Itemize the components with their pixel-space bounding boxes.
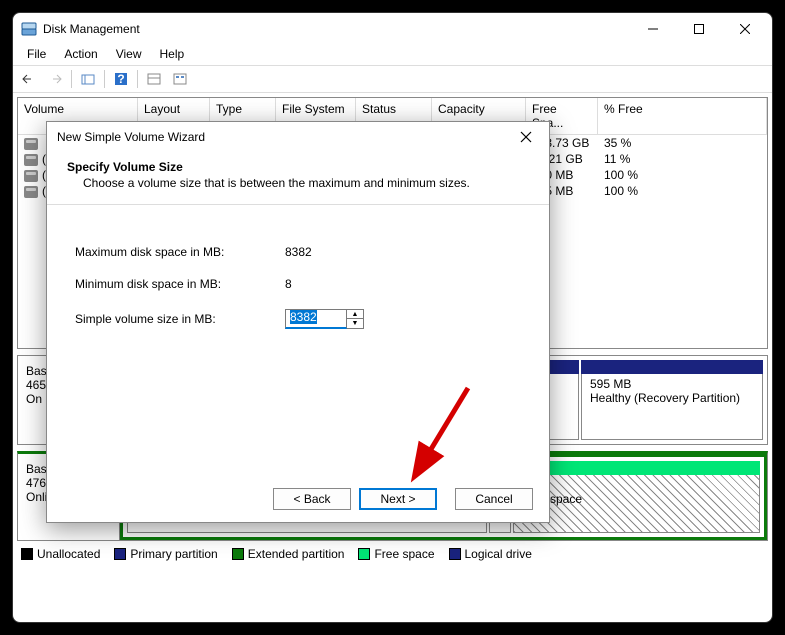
swatch-free	[358, 548, 370, 560]
wizard-body: Maximum disk space in MB: 8382 Minimum d…	[47, 205, 549, 387]
recovery-partition[interactable]: 595 MB Healthy (Recovery Partition)	[581, 360, 763, 440]
back-button[interactable]: < Back	[273, 488, 351, 510]
max-space-label: Maximum disk space in MB:	[75, 245, 285, 259]
spinner-up-button[interactable]: ▲	[347, 310, 363, 319]
swatch-unallocated	[21, 548, 33, 560]
wizard-title-text: New Simple Volume Wizard	[57, 130, 513, 144]
min-space-label: Minimum disk space in MB:	[75, 277, 285, 291]
wizard-titlebar: New Simple Volume Wizard	[47, 122, 549, 152]
app-icon	[21, 21, 37, 37]
toolbar-icon-2[interactable]	[142, 68, 166, 90]
max-space-value: 8382	[285, 245, 312, 259]
menu-help[interactable]: Help	[152, 45, 193, 65]
titlebar: Disk Management	[13, 13, 772, 45]
disk-icon	[24, 138, 38, 150]
toolbar-icon-3[interactable]	[168, 68, 192, 90]
spinner-down-button[interactable]: ▼	[347, 319, 363, 328]
disk-management-window: Disk Management File Action View Help ? …	[12, 12, 773, 623]
cancel-button[interactable]: Cancel	[455, 488, 533, 510]
menu-action[interactable]: Action	[56, 45, 105, 65]
volume-size-label: Simple volume size in MB:	[75, 312, 285, 326]
swatch-logical	[449, 548, 461, 560]
min-space-value: 8	[285, 277, 292, 291]
disk-icon	[24, 154, 38, 166]
swatch-extended	[232, 548, 244, 560]
legend: Unallocated Primary partition Extended p…	[17, 541, 768, 567]
menubar: File Action View Help	[13, 45, 772, 65]
menu-file[interactable]: File	[19, 45, 54, 65]
minimize-button[interactable]	[630, 13, 676, 45]
toolbar: ?	[13, 65, 772, 93]
svg-text:?: ?	[117, 72, 124, 86]
wizard-header: Specify Volume Size Choose a volume size…	[47, 152, 549, 205]
forward-button[interactable]	[43, 68, 67, 90]
next-button[interactable]: Next >	[359, 488, 437, 510]
close-button[interactable]	[722, 13, 768, 45]
help-button[interactable]: ?	[109, 68, 133, 90]
col-pctfree[interactable]: % Free	[598, 98, 767, 134]
volume-size-input[interactable]: 8382	[285, 309, 347, 329]
wizard-footer: < Back Next > Cancel	[273, 488, 533, 510]
back-button[interactable]	[17, 68, 41, 90]
window-title: Disk Management	[43, 22, 630, 36]
wizard-close-button[interactable]	[513, 124, 539, 150]
volume-size-spinner: 8382 ▲ ▼	[285, 309, 364, 329]
toolbar-icon-1[interactable]	[76, 68, 100, 90]
maximize-button[interactable]	[676, 13, 722, 45]
free-space-partition[interactable]: Free space	[513, 461, 760, 533]
new-simple-volume-wizard: New Simple Volume Wizard Specify Volume …	[46, 121, 550, 523]
disk-icon	[24, 170, 38, 182]
wizard-subheading: Choose a volume size that is between the…	[83, 176, 529, 190]
menu-view[interactable]: View	[108, 45, 150, 65]
disk-icon	[24, 186, 38, 198]
swatch-primary	[114, 548, 126, 560]
wizard-heading: Specify Volume Size	[67, 160, 529, 174]
